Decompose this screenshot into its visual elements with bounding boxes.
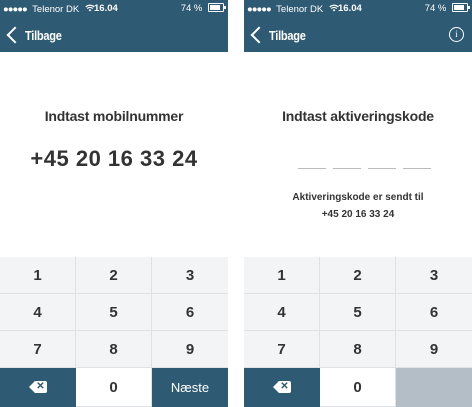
screens-container: ●●●●● Telenor DK 16.04 74 % Tilbage Indt… — [0, 0, 472, 407]
backspace-icon: ✕ — [272, 381, 291, 393]
battery-icon — [208, 3, 226, 12]
code-sent-label: Aktiveringskode er sendt til — [292, 192, 424, 203]
key-6[interactable]: 6 — [396, 294, 472, 331]
back-button[interactable]: Tilbage — [249, 24, 312, 46]
nav-bar: Tilbage — [0, 22, 228, 48]
nav-bar: Tilbage i — [244, 22, 472, 48]
key-9[interactable]: 9 — [396, 331, 472, 368]
backspace-button[interactable]: ✕ — [244, 368, 320, 407]
activation-code-screen: ●●●●● Telenor DK 16.04 74 % Tilbage i In… — [244, 0, 472, 407]
key-0[interactable]: 0 — [320, 368, 396, 407]
carrier-label: Telenor DK — [32, 4, 80, 15]
status-time: 16.04 — [94, 3, 118, 14]
back-button[interactable]: Tilbage — [5, 24, 68, 46]
code-slot-1 — [298, 168, 326, 169]
status-time: 16.04 — [338, 3, 362, 14]
key-5[interactable]: 5 — [76, 294, 152, 331]
key-5[interactable]: 5 — [320, 294, 396, 331]
status-bar: ●●●●● Telenor DK 16.04 74 % — [0, 0, 228, 18]
info-icon[interactable]: i — [449, 27, 464, 42]
back-label: Tilbage — [25, 27, 62, 43]
key-2[interactable]: 2 — [76, 257, 152, 294]
key-0[interactable]: 0 — [76, 368, 152, 407]
code-slot-3 — [368, 168, 396, 169]
key-3[interactable]: 3 — [396, 257, 472, 294]
signal-icon: ●●●●● — [3, 4, 28, 15]
key-2[interactable]: 2 — [320, 257, 396, 294]
status-right: 74 % — [424, 0, 470, 18]
carrier-label: Telenor DK — [276, 4, 324, 15]
backspace-button[interactable]: ✕ — [0, 368, 76, 407]
chevron-left-icon — [250, 26, 268, 44]
phone-number-display[interactable]: +45 20 16 33 24 — [0, 146, 228, 172]
top-bar: ●●●●● Telenor DK 16.04 74 % — [244, 0, 472, 52]
numeric-keypad: 1 2 3 4 5 6 7 8 9 ✕ 0 Næste — [0, 257, 228, 407]
next-button-disabled[interactable] — [396, 368, 472, 407]
key-8[interactable]: 8 — [320, 331, 396, 368]
key-7[interactable]: 7 — [244, 331, 320, 368]
back-label: Tilbage — [269, 27, 306, 43]
battery-icon — [452, 3, 470, 12]
backspace-icon: ✕ — [28, 381, 47, 393]
battery-percent: 74 % — [424, 3, 447, 14]
key-1[interactable]: 1 — [0, 257, 76, 294]
key-3[interactable]: 3 — [152, 257, 228, 294]
code-slot-4 — [403, 168, 431, 169]
key-9[interactable]: 9 — [152, 331, 228, 368]
phone-entry-screen: ●●●●● Telenor DK 16.04 74 % Tilbage Indt… — [0, 0, 228, 407]
signal-icon: ●●●●● — [247, 4, 272, 15]
status-left: ●●●●● Telenor DK — [3, 0, 95, 19]
status-right: 74 % — [180, 0, 226, 18]
page-title: Indtast aktiveringskode — [282, 108, 434, 124]
key-4[interactable]: 4 — [0, 294, 76, 331]
key-4[interactable]: 4 — [244, 294, 320, 331]
key-6[interactable]: 6 — [152, 294, 228, 331]
code-sent-number: +45 20 16 33 24 — [321, 209, 395, 220]
status-left: ●●●●● Telenor DK — [247, 0, 339, 19]
status-bar: ●●●●● Telenor DK 16.04 74 % — [244, 0, 472, 18]
next-label: Næste — [170, 379, 210, 395]
top-bar: ●●●●● Telenor DK 16.04 74 % — [0, 0, 228, 52]
page-title: Indtast mobilnummer — [44, 108, 184, 124]
code-slot-2 — [333, 168, 361, 169]
key-8[interactable]: 8 — [76, 331, 152, 368]
battery-percent: 74 % — [180, 3, 203, 14]
key-1[interactable]: 1 — [244, 257, 320, 294]
numeric-keypad: 1 2 3 4 5 6 7 8 9 ✕ 0 — [244, 257, 472, 407]
next-button[interactable]: Næste — [152, 368, 228, 407]
chevron-left-icon — [6, 26, 24, 44]
activation-code-input[interactable] — [298, 168, 433, 172]
key-7[interactable]: 7 — [0, 331, 76, 368]
